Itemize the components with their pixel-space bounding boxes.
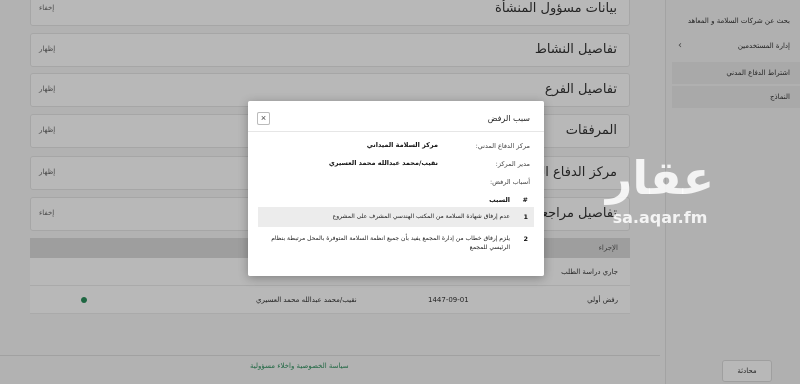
- column-header-number: #: [522, 196, 528, 204]
- reasons-table-header: # السبب: [258, 194, 534, 206]
- close-button[interactable]: ×: [257, 112, 270, 125]
- center-value: مركز السلامة الميداني: [366, 141, 438, 149]
- close-icon: ×: [260, 113, 267, 123]
- column-header-reason: السبب: [489, 196, 510, 204]
- reason-number: 2: [523, 235, 528, 243]
- reason-text: عدم إرفاق شهادة السلامة من المكتب الهندس…: [332, 213, 510, 220]
- modal-divider: [248, 131, 544, 132]
- table-row: 1 عدم إرفاق شهادة السلامة من المكتب الهن…: [258, 207, 534, 227]
- watermark-arabic: عقار: [605, 151, 715, 205]
- reason-number: 1: [523, 213, 528, 221]
- reason-text: يلزم إرفاق خطاب من إدارة المجمع يفيد بأن…: [271, 235, 510, 251]
- manager-value: نقيب/محمد عبدالله محمد العسيري: [328, 159, 438, 167]
- manager-label: مدير المركز:: [495, 160, 530, 168]
- center-label: مركز الدفاع المدني:: [475, 142, 530, 150]
- watermark: عقار sa.aqar.fm: [600, 150, 720, 240]
- rejection-reason-modal: سبب الرفض × مركز الدفاع المدني: مركز الس…: [248, 101, 544, 276]
- reasons-label: أسباب الرفض:: [489, 178, 530, 186]
- watermark-url: sa.aqar.fm: [612, 208, 708, 227]
- modal-title: سبب الرفض: [487, 114, 530, 123]
- table-row: 2 يلزم إرفاق خطاب من إدارة المجمع يفيد ب…: [258, 229, 534, 255]
